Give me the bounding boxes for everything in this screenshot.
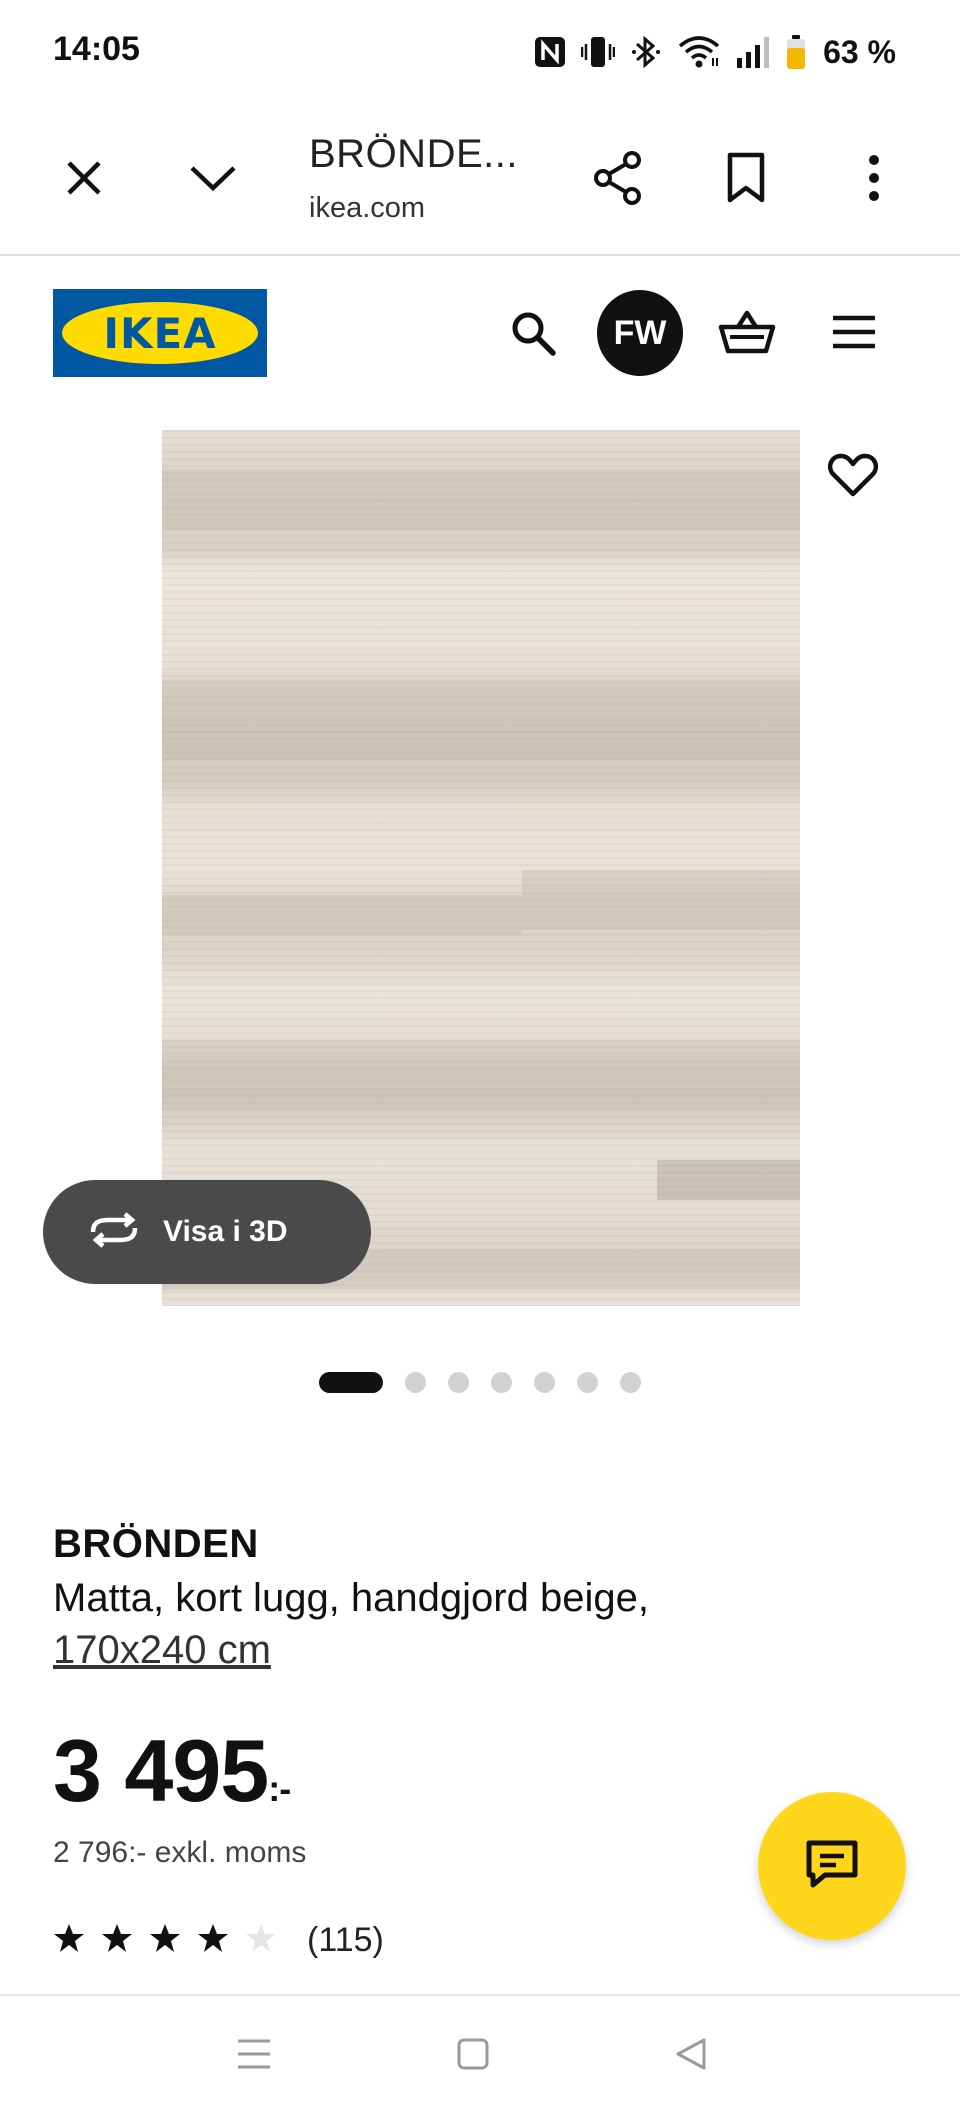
view-3d-label: Visa i 3D	[163, 1215, 288, 1248]
carousel-dot-6[interactable]	[577, 1371, 598, 1393]
ikea-logo-oval: IKEA	[62, 302, 258, 364]
recent-apps-button[interactable]	[224, 2030, 284, 2082]
favorite-button[interactable]	[816, 440, 890, 514]
back-icon	[672, 2036, 708, 2077]
vibrate-icon	[581, 34, 616, 70]
bluetooth-icon	[629, 34, 663, 70]
ikea-logo-text: IKEA	[103, 308, 217, 358]
basket-button[interactable]	[712, 300, 782, 366]
carousel-dot-1[interactable]	[319, 1371, 383, 1393]
star-icon	[197, 1922, 229, 1959]
product-size-link[interactable]: 170x240 cm	[53, 1628, 271, 1673]
more-vert-icon	[867, 154, 881, 207]
price-excl-vat: 2 796:- exkl. moms	[53, 1836, 307, 1869]
product-image[interactable]	[162, 430, 800, 1306]
chat-icon	[805, 1839, 859, 1894]
basket-icon	[718, 307, 776, 360]
carousel-dots	[319, 1370, 641, 1394]
search-icon	[509, 309, 557, 362]
menu-button[interactable]	[826, 306, 882, 362]
product-description: Matta, kort lugg, handgjord beige,	[53, 1576, 649, 1620]
share-icon	[592, 150, 644, 211]
home-button[interactable]	[443, 2030, 503, 2082]
menu-icon	[831, 314, 877, 355]
star-icon	[53, 1922, 85, 1959]
view-3d-button[interactable]: Visa i 3D	[43, 1180, 371, 1284]
star-icon	[101, 1922, 133, 1959]
bookmark-icon	[726, 152, 766, 209]
rating[interactable]: (115)	[53, 1918, 384, 1962]
ikea-logo[interactable]: IKEA	[53, 289, 267, 377]
close-icon	[64, 158, 104, 203]
chevron-down-icon	[188, 163, 238, 198]
chat-button[interactable]	[758, 1792, 906, 1940]
tab-title: BRÖNDE...	[309, 132, 518, 176]
product-name: BRÖNDEN	[53, 1522, 259, 1566]
home-icon	[456, 2037, 490, 2076]
avatar[interactable]: FW	[597, 290, 683, 376]
carousel-dot-3[interactable]	[448, 1371, 469, 1393]
carousel-dot-2[interactable]	[405, 1371, 426, 1393]
status-time: 14:05	[53, 30, 140, 68]
recents-icon	[236, 2037, 272, 2076]
battery-percent: 63 %	[823, 33, 896, 70]
status-bar: 14:05 63 %	[0, 0, 960, 104]
rating-stars	[53, 1922, 277, 1959]
collapse-button[interactable]	[177, 144, 249, 216]
price-suffix: :-	[268, 1768, 291, 1809]
bookmark-button[interactable]	[710, 144, 782, 216]
product-price: 3 495:-	[53, 1720, 291, 1822]
system-nav-bar	[0, 1994, 960, 2112]
battery-icon	[785, 34, 807, 70]
rotate-3d-icon	[87, 1211, 141, 1253]
more-options-button[interactable]	[838, 144, 910, 216]
carousel-dot-7[interactable]	[620, 1371, 641, 1393]
back-button[interactable]	[660, 2030, 720, 2082]
heart-icon	[828, 453, 878, 502]
close-tab-button[interactable]	[48, 144, 120, 216]
browser-toolbar	[0, 104, 960, 256]
tab-url[interactable]: ikea.com	[309, 192, 425, 225]
price-value: 3 495	[53, 1721, 269, 1820]
review-count: (115)	[307, 1920, 384, 1959]
rug-image	[162, 430, 800, 1306]
share-button[interactable]	[582, 144, 654, 216]
star-icon	[149, 1922, 181, 1959]
star-empty-icon	[245, 1922, 277, 1959]
status-icons: 63 %	[533, 28, 896, 76]
signal-icon	[735, 34, 771, 70]
search-button[interactable]	[503, 305, 563, 365]
nfc-icon	[533, 35, 567, 69]
carousel-dot-5[interactable]	[534, 1371, 555, 1393]
wifi-icon	[677, 34, 721, 70]
carousel-dot-4[interactable]	[491, 1371, 512, 1393]
